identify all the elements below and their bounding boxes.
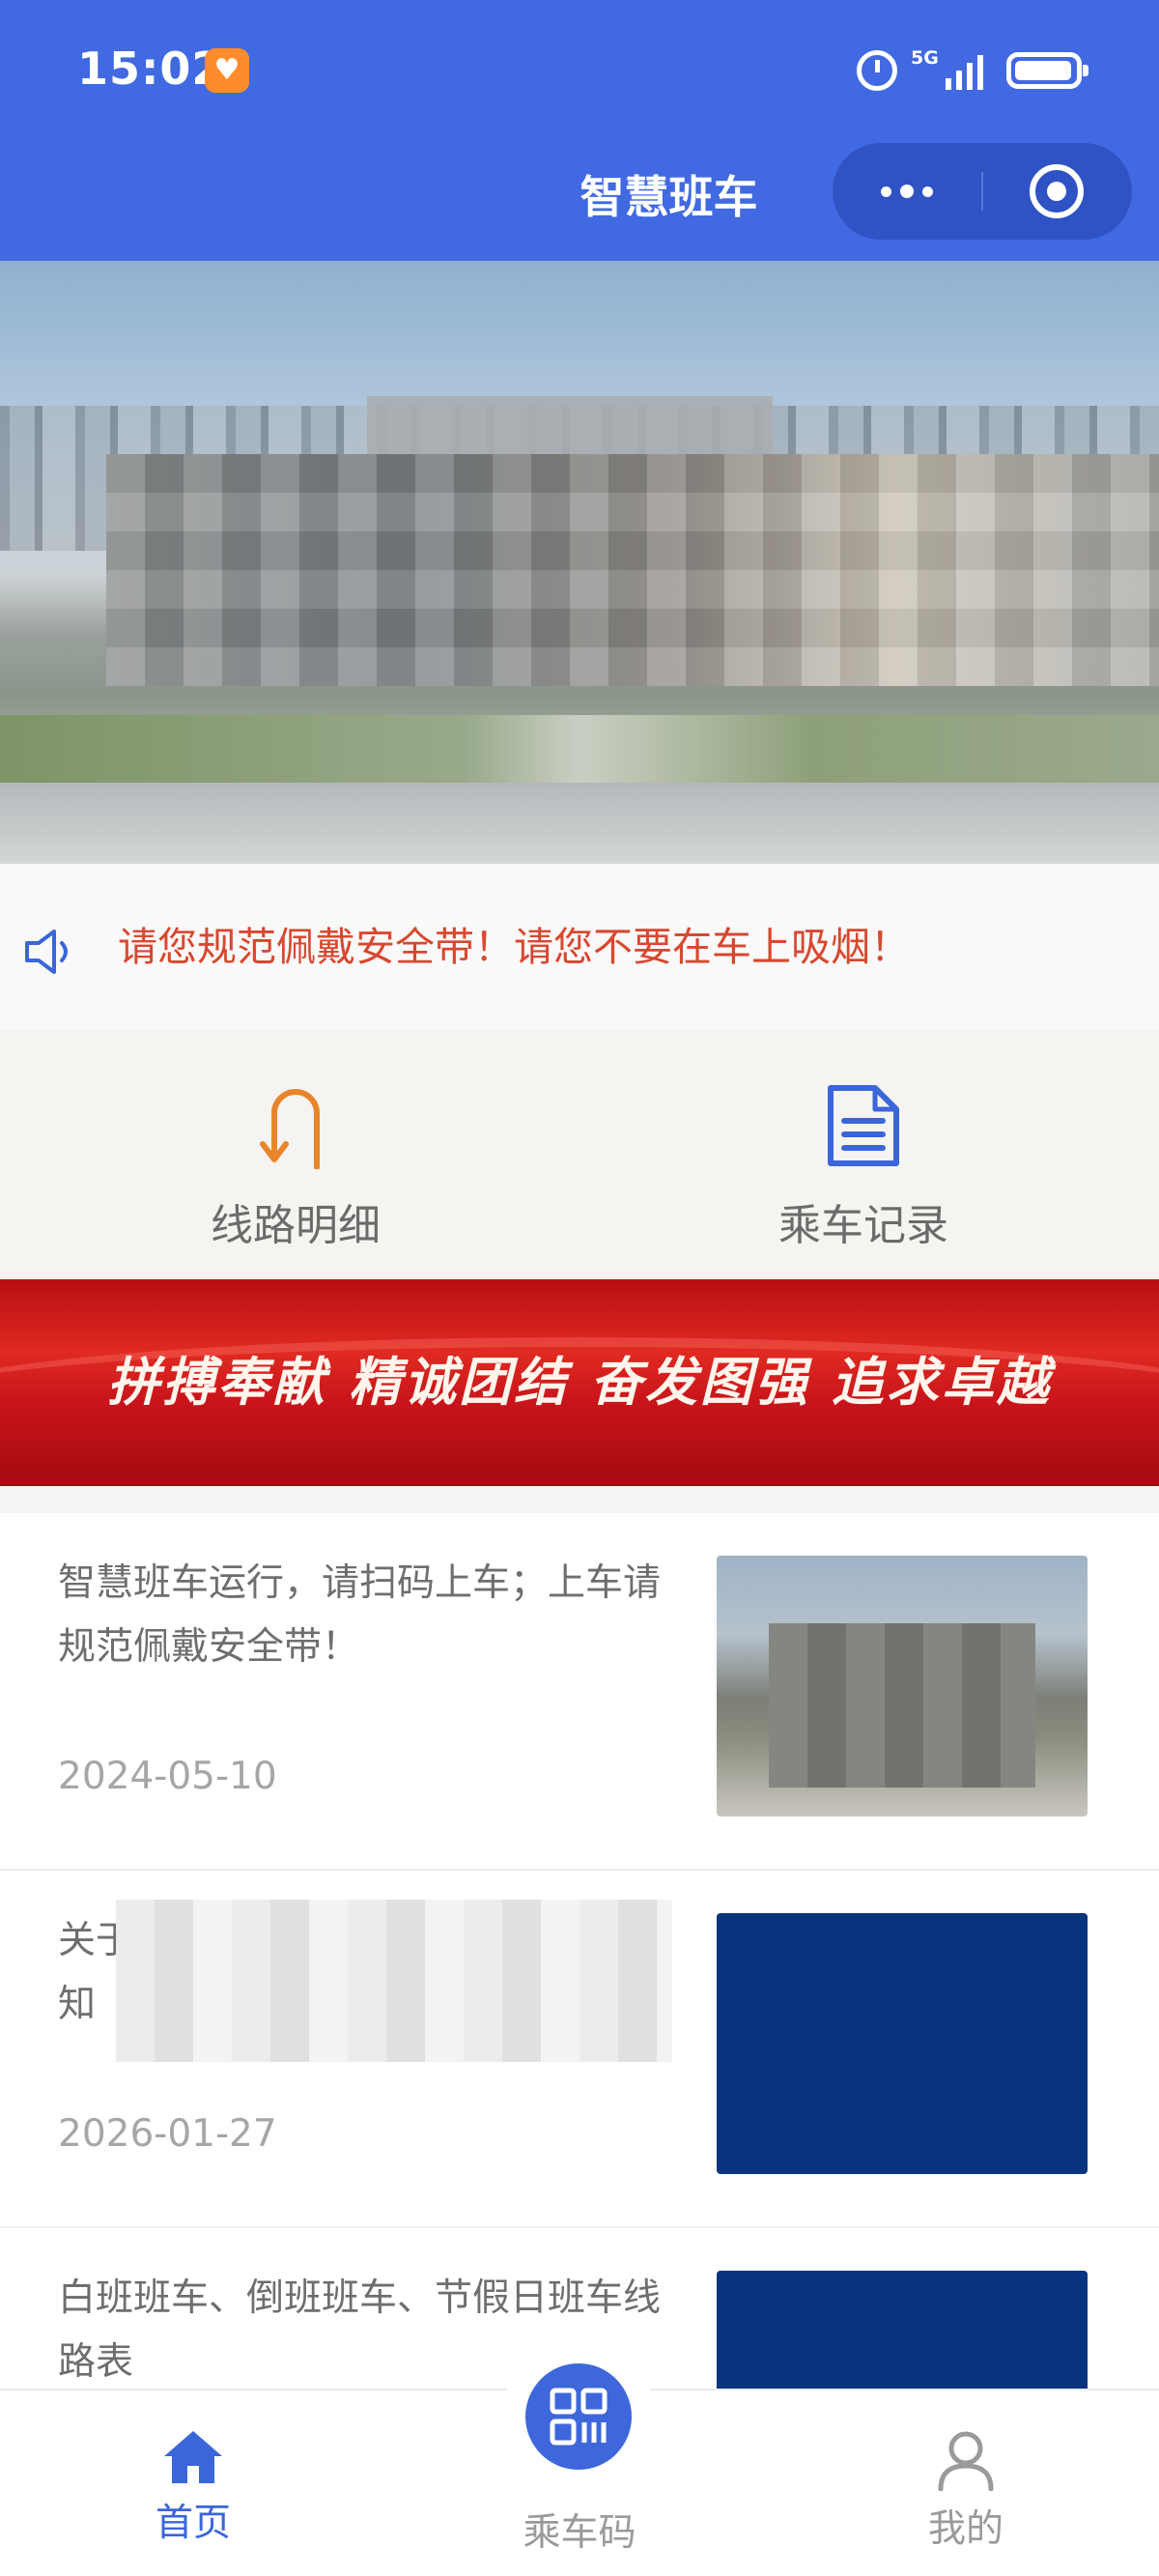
- nav-ride-records[interactable]: 乘车记录: [719, 1082, 1008, 1252]
- notice-bar: 请您规范佩戴安全带！请您不要在车上吸烟！: [0, 864, 1159, 1030]
- user-icon: [938, 2431, 994, 2491]
- banner-image[interactable]: [0, 261, 1159, 864]
- nav-label: 乘车记录: [778, 1201, 948, 1250]
- nav-route-details[interactable]: 线路明细: [151, 1082, 440, 1252]
- news-item[interactable]: 智慧班车运行，请扫码上车；上车请规范佩戴安全带！ 2024-05-10: [0, 1513, 1159, 1871]
- tab-label: 我的: [927, 2507, 1004, 2551]
- notice-text: 请您规范佩戴安全带！请您不要在车上吸烟！: [118, 924, 910, 970]
- banner-building: [106, 454, 1159, 686]
- status-time: 15:02: [77, 43, 224, 95]
- app-header: 15:02 5G 智慧班车: [0, 0, 1159, 261]
- close-mini-program-icon[interactable]: [1030, 164, 1084, 218]
- news-date: 2024-05-10: [58, 1755, 277, 1798]
- slogan-text: 拼搏奉献 精诚团结 奋发图强 追求卓越: [107, 1352, 1052, 1413]
- banner-road: [0, 783, 1159, 864]
- qr-code-button[interactable]: [525, 2363, 632, 2470]
- signal-icon: 5G: [911, 47, 983, 90]
- tab-ride-code[interactable]: 乘车码: [464, 2503, 695, 2557]
- u-turn-arrow-icon: [260, 1089, 320, 1169]
- battery-icon: [1006, 52, 1088, 89]
- news-thumbnail: [717, 1913, 1088, 2174]
- slogan-banner: 拼搏奉献 精诚团结 奋发图强 追求卓越: [0, 1279, 1159, 1486]
- document-icon: [828, 1085, 899, 1166]
- nav-label: 线路明细: [211, 1201, 381, 1250]
- tab-home[interactable]: 首页: [77, 2429, 309, 2547]
- network-type: 5G: [911, 47, 939, 69]
- tab-label: 乘车码: [523, 2511, 636, 2555]
- status-indicators: 5G: [857, 46, 1088, 95]
- home-icon: [164, 2431, 222, 2483]
- banner-lawn: [0, 715, 1159, 783]
- news-title-line2: 知: [58, 1983, 97, 2026]
- mini-program-capsule: [833, 143, 1132, 240]
- news-date: 2026-01-27: [58, 2112, 277, 2156]
- more-icon[interactable]: [833, 143, 981, 240]
- capsule-divider: [981, 172, 983, 211]
- redacted-text: [116, 1900, 672, 2062]
- news-thumbnail: [717, 1556, 1088, 1817]
- tab-mine[interactable]: 我的: [850, 2429, 1082, 2553]
- qr-code-icon: [550, 2388, 608, 2446]
- app-notification-icon: [205, 48, 249, 93]
- speaker-icon: [25, 930, 68, 974]
- alarm-icon: [857, 50, 897, 91]
- news-title: 智慧班车运行，请扫码上车；上车请规范佩戴安全带！: [58, 1561, 662, 1669]
- quick-nav: 线路明细 乘车记录: [0, 1030, 1159, 1279]
- tab-label: 首页: [155, 2502, 231, 2545]
